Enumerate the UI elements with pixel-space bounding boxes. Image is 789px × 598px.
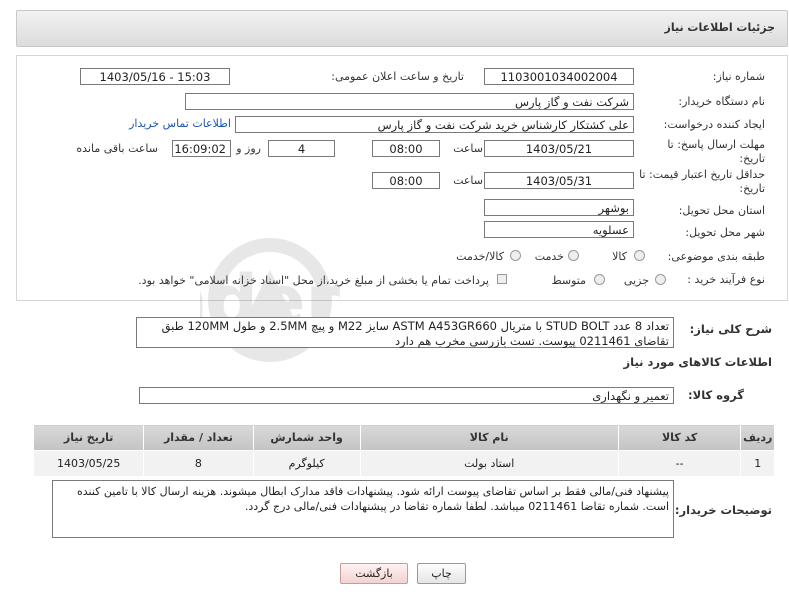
process-minor-label: جزیی: [623, 274, 649, 287]
table-header-row: ردیف کد کالا نام کالا واحد شمارش تعداد /…: [32, 424, 775, 451]
remaining-days-field: 4: [268, 140, 335, 157]
col-quantity: تعداد / مقدار: [143, 424, 254, 451]
col-item-code: کد کالا: [617, 424, 742, 451]
validity-date-field: 1403/05/31: [484, 172, 634, 189]
creator-label: ایجاد کننده درخواست:: [663, 118, 765, 131]
need-number-label: شماره نیاز:: [712, 70, 765, 83]
back-button[interactable]: بازگشت: [340, 563, 408, 584]
panel-header: جزئیات اطلاعات نیاز: [16, 10, 788, 47]
buyer-notes-label: توضیحات خریدار:: [674, 503, 772, 517]
page-title: جزئیات اطلاعات نیاز: [664, 21, 776, 34]
days-label: روز و: [236, 142, 261, 155]
col-need-date: تاریخ نیاز: [32, 424, 145, 451]
creator-field: علی کشتکار کارشناس خرید شرکت نفت و گاز پ…: [235, 116, 634, 133]
cell-quantity: 8: [143, 450, 254, 477]
description-field: تعداد 8 عدد STUD BOLT با متریال ASTM A45…: [136, 317, 674, 348]
category-goods-radio[interactable]: [634, 250, 645, 261]
description-label: شرح کلی نیاز:: [689, 322, 772, 336]
category-goods-service-label: کالا/خدمت: [456, 250, 504, 263]
process-label: نوع فرآیند خرید :: [687, 273, 765, 286]
goods-table: ردیف کد کالا نام کالا واحد شمارش تعداد /…: [32, 424, 775, 477]
category-service-radio[interactable]: [568, 250, 579, 261]
deadline-time-field: 08:00: [372, 140, 440, 157]
cell-need-date: 1403/05/25: [32, 450, 145, 477]
table-row: 1 -- استاد بولت کیلوگرم 8 1403/05/25: [32, 450, 775, 477]
validity-time-label: ساعت: [453, 174, 483, 187]
process-medium-label: متوسط: [551, 274, 586, 287]
category-service-label: خدمت: [534, 250, 564, 263]
col-row-number: ردیف: [740, 424, 775, 451]
goods-info-title: اطلاعات کالاهای مورد نیاز: [623, 355, 772, 369]
category-label: طبقه بندی موضوعی:: [667, 250, 765, 263]
process-minor-radio[interactable]: [655, 274, 666, 285]
cell-row-number: 1: [740, 450, 775, 477]
province-label: استان محل تحویل:: [678, 204, 765, 217]
buyer-org-field: شرکت نفت و گاز پارس: [185, 93, 634, 110]
cell-item-name: استاد بولت: [359, 450, 619, 477]
goods-group-field: تعمیر و نگهداری: [139, 387, 674, 404]
cell-unit: کیلوگرم: [252, 450, 361, 477]
deadline-date-field: 1403/05/21: [484, 140, 634, 157]
payment-text: پرداخت تمام یا بخشی از مبلغ خرید،از محل …: [138, 274, 489, 287]
goods-group-label: گروه کالا:: [688, 388, 744, 402]
category-goods-service-radio[interactable]: [510, 250, 521, 261]
validity-label-date: تاریخ:: [739, 182, 765, 195]
cell-item-code: --: [617, 450, 742, 477]
deadline-label-date: تاریخ:: [739, 152, 765, 165]
deadline-time-label: ساعت: [453, 142, 483, 155]
province-field: بوشهر: [484, 199, 634, 216]
col-unit: واحد شمارش: [252, 424, 361, 451]
remaining-label: ساعت باقی مانده: [76, 142, 158, 155]
deadline-label: مهلت ارسال پاسخ: تا: [667, 138, 765, 151]
process-medium-radio[interactable]: [594, 274, 605, 285]
col-item-name: نام کالا: [359, 424, 619, 451]
announce-label: تاریخ و ساعت اعلان عمومی:: [331, 70, 464, 83]
buyer-notes-field: پیشنهاد فنی/مالی فقط بر اساس تقاضای پیوس…: [52, 480, 674, 538]
category-goods-label: کالا: [612, 250, 627, 263]
city-field: عسلویه: [484, 221, 634, 238]
announce-field: 1403/05/16 - 15:03: [80, 68, 230, 85]
city-label: شهر محل تحویل:: [685, 226, 765, 239]
need-number-field: 1103001034002004: [484, 68, 634, 85]
contact-buyer-link[interactable]: اطلاعات تماس خریدار: [129, 117, 231, 130]
remaining-time-field: 16:09:02: [172, 140, 231, 157]
buyer-org-label: نام دستگاه خریدار:: [678, 95, 765, 108]
validity-time-field: 08:00: [372, 172, 440, 189]
print-button[interactable]: چاپ: [417, 563, 466, 584]
islamic-treasury-checkbox[interactable]: [497, 274, 507, 284]
validity-label: حداقل تاریخ اعتبار قیمت: تا: [639, 168, 765, 181]
